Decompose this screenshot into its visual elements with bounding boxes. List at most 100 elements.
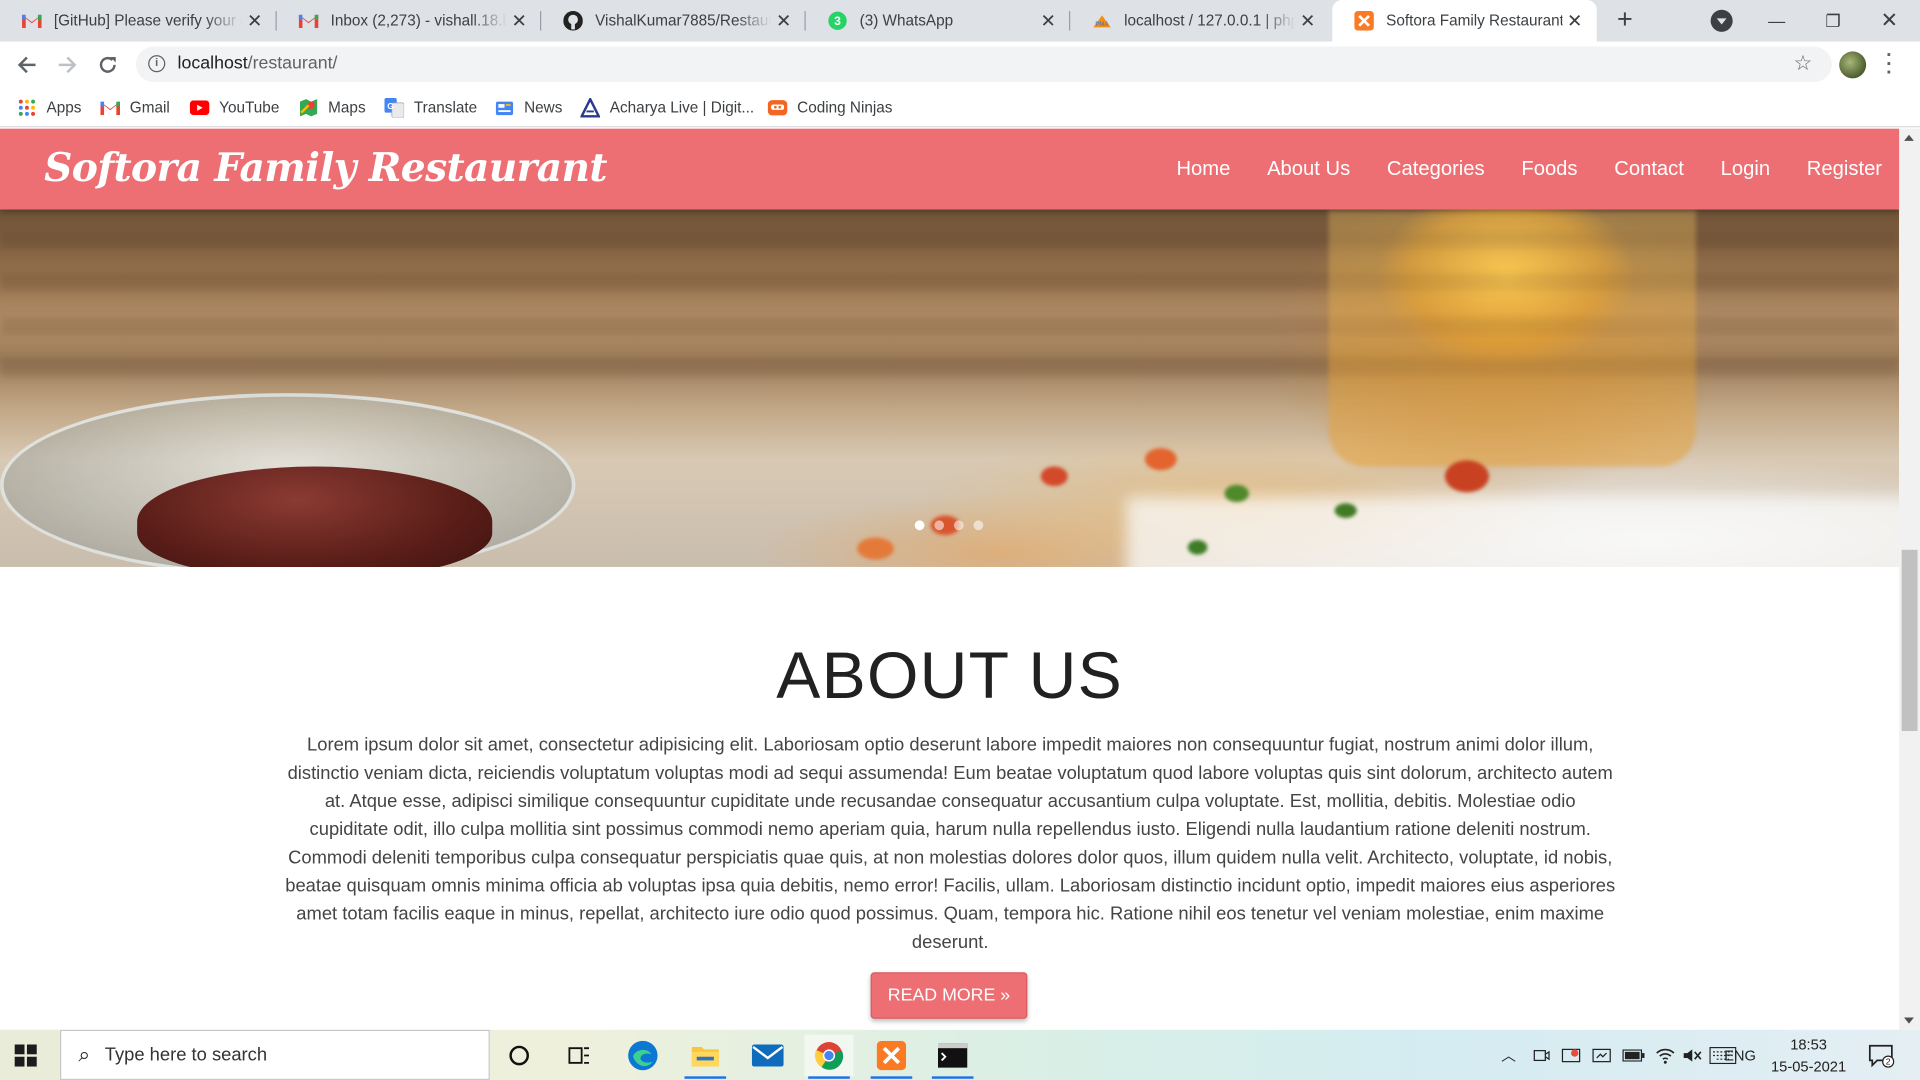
site-brand-logo[interactable]: Softora Family Restaurant [44,144,607,191]
svg-text:PMA: PMA [1095,22,1109,28]
file-explorer-icon[interactable] [681,1035,730,1079]
reload-icon[interactable] [92,49,124,81]
carousel-dot-4[interactable] [973,520,984,531]
bookmark-youtube[interactable]: YouTube [189,96,280,120]
new-tab-button[interactable]: + [1611,6,1638,34]
carousel-dot-2[interactable] [934,520,945,531]
address-bar[interactable]: i localhost/restaurant/ ☆ [135,46,1832,83]
xampp-icon[interactable] [867,1035,916,1079]
system-clock[interactable]: 18:53 15-05-2021 [1767,1033,1850,1077]
web-page-viewport: Softora Family Restaurant Home About Us … [0,128,1900,1030]
tab-github-verify[interactable]: [GitHub] Please verify your device ✕ [0,0,277,42]
bookmark-news[interactable]: News [495,96,563,120]
tab-search-icon[interactable] [1710,9,1733,32]
bookmarks-bar: Apps Gmail YouTube Maps G Translate News… [0,88,1920,128]
nav-contact-link[interactable]: Contact [1614,157,1684,180]
about-paragraph: Lorem ipsum dolor sit amet, consectetur … [285,734,1616,953]
nav-home-link[interactable]: Home [1176,157,1230,180]
chrome-icon[interactable] [804,1034,854,1079]
gmail-icon [22,11,42,31]
scrollbar-thumb[interactable] [1901,549,1918,732]
about-heading: ABOUT US [776,639,1123,713]
hero-carousel-image[interactable] [0,209,1900,567]
bookmark-star-icon[interactable]: ☆ [1794,51,1813,75]
bookmark-label: YouTube [219,99,280,117]
bookmark-label: Gmail [129,99,170,117]
meet-now-icon[interactable] [1533,1030,1550,1080]
tab-title: VishalKumar7885/Restaurant [595,12,771,30]
restore-icon[interactable]: ❐ [1805,2,1861,39]
bookmark-gmail[interactable]: Gmail [100,96,170,120]
clock-date: 15-05-2021 [1770,1057,1847,1076]
mail-icon[interactable] [743,1035,792,1077]
bookmark-translate[interactable]: G Translate [384,96,477,120]
gmail-icon [298,11,319,31]
bookmark-acharya[interactable]: Acharya Live | Digit... [580,96,754,120]
task-view-icon[interactable] [555,1035,604,1077]
battery-icon[interactable] [1622,1030,1645,1080]
tab-whatsapp[interactable]: 3 (3) WhatsApp ✕ [806,0,1071,42]
nav-register-link[interactable]: Register [1807,157,1882,180]
svg-text:G: G [387,101,394,111]
notifications-icon[interactable]: 2 [1867,1030,1895,1080]
close-tab-icon[interactable]: ✕ [1036,9,1060,33]
scroll-down-icon[interactable] [1904,1017,1914,1024]
action-icon[interactable] [1561,1030,1581,1080]
minimize-icon[interactable]: — [1749,2,1805,39]
close-tab-icon[interactable]: ✕ [242,9,266,33]
wifi-icon[interactable] [1656,1030,1676,1080]
screenshot-icon[interactable] [1592,1030,1612,1080]
read-more-button[interactable]: READ MORE » [870,972,1028,1019]
tab-phpmyadmin[interactable]: PMA localhost / 127.0.0.1 | phpMyAdmin ✕ [1070,0,1330,42]
nav-categories-link[interactable]: Categories [1387,157,1485,180]
tab-title: (3) WhatsApp [859,12,954,30]
volume-muted-icon[interactable] [1682,1030,1702,1080]
browser-tabstrip: [GitHub] Please verify your device ✕ Inb… [0,0,1920,42]
maps-icon [299,98,319,118]
profile-avatar[interactable] [1839,51,1867,79]
page-scrollbar[interactable] [1899,128,1920,1030]
news-icon [495,98,515,118]
forward-icon[interactable] [51,49,83,81]
nav-foods-link[interactable]: Foods [1521,157,1577,180]
close-tab-icon[interactable]: ✕ [1296,9,1320,33]
windows-start-icon[interactable] [14,1044,37,1067]
url-text[interactable]: localhost/restaurant/ [178,54,338,74]
edge-icon[interactable] [618,1035,667,1077]
gmail-icon [100,98,121,118]
bookmark-maps[interactable]: Maps [299,96,366,120]
windows-taskbar: ⌕ Type here to search ︿ ENG 18:53 15-05-… [0,1029,1920,1080]
tab-github-repo[interactable]: VishalKumar7885/Restaurant ✕ [541,0,806,42]
taskbar-search-box[interactable]: ⌕ Type here to search [60,1029,490,1080]
phpmyadmin-icon: PMA [1092,11,1112,31]
scroll-up-icon[interactable] [1904,134,1914,141]
bookmark-coding-ninjas[interactable]: Coding Ninjas [767,96,892,120]
close-window-icon[interactable]: ✕ [1861,2,1917,39]
bookmark-label: Maps [328,99,366,117]
bookmark-label: News [524,99,563,117]
taskbar-search-placeholder: Type here to search [104,1044,268,1066]
browser-menu-icon[interactable]: · · · [1883,46,1895,83]
carousel-dot-1[interactable] [914,520,925,531]
back-icon[interactable] [11,49,43,81]
tab-title: localhost / 127.0.0.1 | phpMyAdmin [1124,12,1295,30]
apps-grid-icon [17,98,37,118]
nav-login-link[interactable]: Login [1721,157,1770,180]
tab-gmail-inbox[interactable]: Inbox (2,273) - vishall.18.bece ✕ [277,0,542,42]
coding-ninjas-icon [767,98,788,118]
site-info-icon[interactable]: i [148,55,166,73]
close-tab-icon[interactable]: ✕ [771,9,795,33]
terminal-icon[interactable] [928,1035,977,1079]
tab-softora-restaurant[interactable]: Softora Family Restaurant ✕ [1332,0,1597,42]
language-indicator[interactable]: ENG [1724,1030,1758,1080]
close-tab-icon[interactable]: ✕ [1562,9,1586,33]
nav-about-link[interactable]: About Us [1267,157,1350,180]
bookmark-apps[interactable]: Apps [17,96,81,120]
carousel-dot-3[interactable] [953,520,964,531]
bookmark-label: Apps [46,99,82,117]
tab-title: Softora Family Restaurant [1386,12,1563,30]
github-icon [563,11,583,31]
cortana-icon[interactable] [495,1035,544,1077]
show-hidden-icons[interactable]: ︿ [1501,1030,1516,1080]
close-tab-icon[interactable]: ✕ [507,9,531,33]
